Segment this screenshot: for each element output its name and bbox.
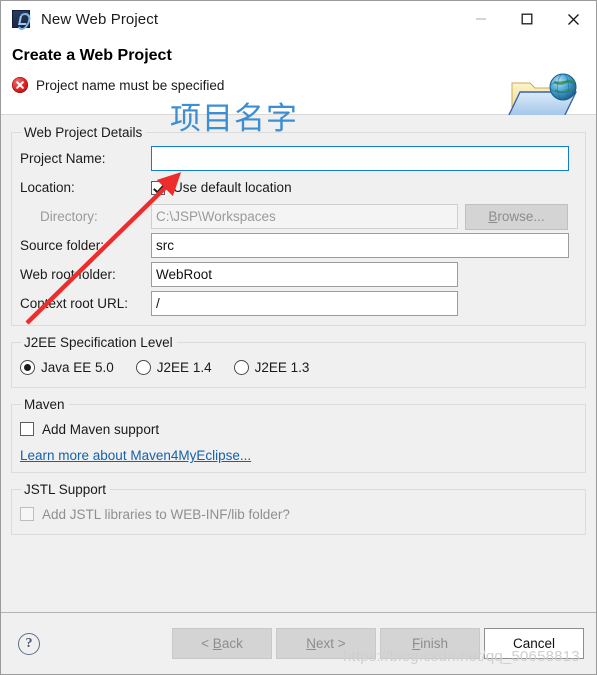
add-maven-support-checkbox[interactable]: Add Maven support xyxy=(20,422,159,437)
checkbox-box xyxy=(20,507,34,521)
maven4myeclipse-link[interactable]: Learn more about Maven4MyEclipse... xyxy=(20,448,251,463)
radio-j2ee-1-3[interactable]: J2EE 1.3 xyxy=(233,359,332,375)
use-default-location-checkbox[interactable]: Use default location xyxy=(151,180,292,195)
radio-dot xyxy=(135,359,151,375)
source-folder-label: Source folder: xyxy=(20,238,105,253)
radio-java-ee-5-0-label: Java EE 5.0 xyxy=(41,359,114,375)
context-root-url-row: Context root URL: xyxy=(20,291,577,316)
wizard-body: Web Project Details Project Name: Locati… xyxy=(1,115,596,612)
cancel-button[interactable]: Cancel xyxy=(484,628,584,659)
back-button[interactable]: < Back xyxy=(172,628,272,659)
checkbox-box xyxy=(20,422,34,436)
add-jstl-libraries-label: Add JSTL libraries to WEB-INF/lib folder… xyxy=(42,506,290,522)
jstl-support-group: JSTL Support Add JSTL libraries to WEB-I… xyxy=(11,482,586,535)
jstl-checkbox-row: Add JSTL libraries to WEB-INF/lib folder… xyxy=(20,503,577,525)
radio-j2ee-1-3-label: J2EE 1.3 xyxy=(254,359,310,375)
error-circle-icon xyxy=(12,77,28,93)
wizard-button-bar: < Back Next > Finish Cancel xyxy=(172,628,584,659)
project-name-label: Project Name: xyxy=(20,151,106,166)
web-project-details-group: Web Project Details Project Name: Locati… xyxy=(11,125,586,326)
maximize-icon[interactable] xyxy=(504,1,550,37)
title-bar: New Web Project xyxy=(1,1,596,37)
add-maven-support-label: Add Maven support xyxy=(42,421,160,437)
minimize-icon[interactable] xyxy=(458,1,504,37)
web-root-folder-input[interactable] xyxy=(151,262,458,287)
location-label: Location: xyxy=(20,180,75,195)
context-root-url-input[interactable] xyxy=(151,291,458,316)
checkbox-box xyxy=(151,180,165,195)
error-message: Project name must be specified xyxy=(36,77,225,93)
source-folder-input[interactable] xyxy=(151,233,569,258)
radio-java-ee-5-0[interactable]: Java EE 5.0 xyxy=(20,359,136,375)
radio-j2ee-1-4-label: J2EE 1.4 xyxy=(156,359,212,375)
directory-input xyxy=(151,204,458,229)
maven-group: Maven Add Maven support Learn more about… xyxy=(11,397,586,473)
maven-checkbox-row: Add Maven support xyxy=(20,418,577,440)
j2ee-legend: J2EE Specification Level xyxy=(24,335,173,350)
myeclipse-icon xyxy=(12,10,30,28)
radio-j2ee-1-4[interactable]: J2EE 1.4 xyxy=(135,359,234,375)
error-message-row: Project name must be specified xyxy=(12,77,224,93)
finish-button[interactable]: Finish xyxy=(380,628,480,659)
wizard-footer: ? < Back Next > Finish Cancel xyxy=(1,612,596,674)
window-title: New Web Project xyxy=(41,10,159,28)
web-project-details-legend: Web Project Details xyxy=(24,125,143,140)
radio-dot xyxy=(233,359,249,375)
context-root-url-label: Context root URL: xyxy=(20,296,129,311)
web-root-folder-label: Web root folder: xyxy=(20,267,116,282)
maven-legend: Maven xyxy=(24,397,65,412)
jstl-legend: JSTL Support xyxy=(24,482,107,497)
source-folder-row: Source folder: xyxy=(20,233,577,258)
close-icon[interactable] xyxy=(550,1,596,37)
wizard-header: Create a Web Project Project name must b… xyxy=(1,37,596,118)
help-question-icon[interactable]: ? xyxy=(18,632,40,655)
use-default-location-label: Use default location xyxy=(173,180,292,195)
j2ee-specification-level-group: J2EE Specification Level Java EE 5.0 J2E… xyxy=(11,335,586,388)
location-row: Location: Use default location xyxy=(20,175,577,200)
window-controls xyxy=(458,1,596,37)
radio-dot xyxy=(20,359,35,375)
new-web-project-dialog: New Web Project Create a Web Project Pro… xyxy=(0,0,597,675)
project-name-row: Project Name: xyxy=(20,146,577,171)
add-jstl-libraries-checkbox: Add JSTL libraries to WEB-INF/lib folder… xyxy=(20,507,290,522)
j2ee-options-row: Java EE 5.0 J2EE 1.4 J2EE 1.3 xyxy=(20,356,577,378)
browse-button[interactable]: Browse... xyxy=(465,203,568,230)
page-title: Create a Web Project xyxy=(12,47,172,64)
project-name-input[interactable] xyxy=(151,146,569,171)
directory-label: Directory: xyxy=(40,209,98,224)
next-button[interactable]: Next > xyxy=(276,628,376,659)
directory-row: Directory: Browse... xyxy=(20,203,577,230)
web-root-folder-row: Web root folder: xyxy=(20,262,577,287)
